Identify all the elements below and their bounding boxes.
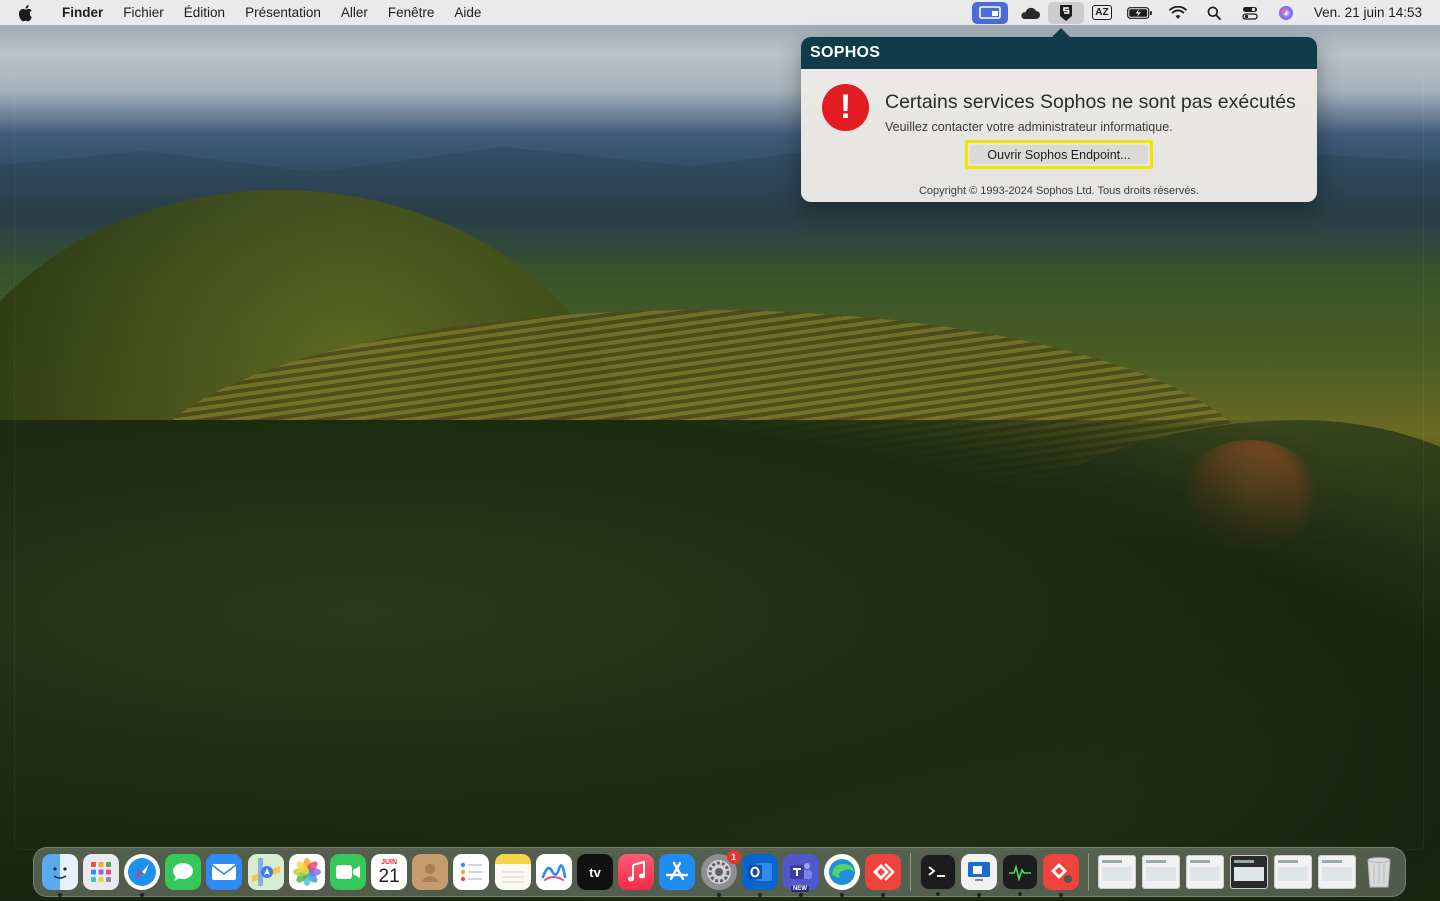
- menu-bar-status-area: AZ Ven. 21 juin 14:53: [968, 0, 1440, 25]
- notes-icon[interactable]: [494, 854, 531, 890]
- anydesk-admin-icon[interactable]: [1043, 854, 1080, 897]
- running-indicator: [935, 892, 940, 896]
- search-icon[interactable]: [1196, 0, 1232, 25]
- minimized-window-thumbnail[interactable]: [1317, 855, 1356, 889]
- calendar-icon[interactable]: JUIN 21: [371, 854, 408, 890]
- minimized-window-thumbnail[interactable]: [1141, 855, 1180, 889]
- alert-subtitle: Veuillez contacter votre administrateur …: [885, 120, 1173, 134]
- running-indicator: [840, 893, 845, 897]
- menu-bar-clock[interactable]: Ven. 21 juin 14:53: [1304, 5, 1440, 20]
- notification-badge: 1: [726, 850, 741, 864]
- teams-icon[interactable]: NEW: [782, 854, 819, 897]
- error-exclamation-icon: !: [822, 84, 869, 131]
- system-settings-icon[interactable]: 1: [700, 850, 741, 897]
- terminal-icon[interactable]: [919, 854, 956, 896]
- finder-icon[interactable]: [41, 854, 78, 897]
- maps-icon[interactable]: [247, 854, 284, 890]
- running-indicator: [1059, 893, 1064, 897]
- running-indicator: [57, 893, 62, 897]
- menu-presentation[interactable]: Présentation: [235, 0, 331, 25]
- menu-aller[interactable]: Aller: [331, 0, 378, 25]
- trash-icon[interactable]: [1361, 854, 1397, 890]
- music-icon[interactable]: [618, 854, 655, 890]
- menu-fenetre[interactable]: Fenêtre: [378, 0, 445, 25]
- calendar-day: 21: [378, 865, 400, 887]
- menu-fichier[interactable]: Fichier: [113, 0, 174, 25]
- siri-icon[interactable]: [1268, 0, 1304, 25]
- keyboard-input-label: AZ: [1092, 5, 1112, 20]
- menu-bar: Finder Fichier Édition Présentation Alle…: [0, 0, 1440, 25]
- menu-edition[interactable]: Édition: [174, 0, 235, 25]
- screen-mirroring-icon[interactable]: [971, 1, 1008, 24]
- safari-icon[interactable]: [123, 854, 160, 897]
- remote-desktop-icon[interactable]: [960, 854, 997, 897]
- running-indicator: [716, 893, 721, 897]
- apple-tv-icon[interactable]: tv: [577, 854, 614, 890]
- messages-icon[interactable]: [165, 854, 202, 890]
- running-indicator: [881, 893, 886, 897]
- outlook-icon[interactable]: [741, 854, 778, 897]
- apple-icon[interactable]: [0, 4, 52, 22]
- edge-icon[interactable]: [824, 854, 861, 897]
- mail-icon[interactable]: [206, 854, 243, 890]
- activity-monitor-icon[interactable]: [1001, 854, 1038, 896]
- contacts-icon[interactable]: [412, 854, 449, 890]
- minimized-window-thumbnail[interactable]: [1273, 855, 1312, 889]
- wifi-icon[interactable]: [1160, 0, 1196, 25]
- sophos-popover: SOPHOS ! Certains services Sophos ne son…: [801, 28, 1317, 202]
- alert-title: Certains services Sophos ne sont pas exé…: [885, 91, 1296, 113]
- dock-separator: [1087, 853, 1089, 891]
- minimized-window-thumbnail[interactable]: [1229, 855, 1268, 889]
- running-indicator: [798, 893, 803, 897]
- button-highlight: Ouvrir Sophos Endpoint...: [965, 140, 1153, 169]
- control-center-icon[interactable]: [1232, 0, 1268, 25]
- sophos-icon[interactable]: [1047, 1, 1084, 24]
- keyboard-input-icon[interactable]: AZ: [1084, 0, 1120, 25]
- sophos-logo: SOPHOS: [810, 44, 881, 61]
- app-store-icon[interactable]: [659, 854, 696, 890]
- popover-caret: [1051, 28, 1071, 38]
- battery-icon[interactable]: [1120, 0, 1160, 25]
- anydesk-icon[interactable]: [865, 854, 902, 897]
- menu-aide[interactable]: Aide: [444, 0, 491, 25]
- dock-separator: [909, 853, 911, 891]
- dock: JUIN 21 tv 1 NEW: [33, 847, 1406, 897]
- popover-header: SOPHOS: [801, 37, 1317, 69]
- minimized-window-thumbnail[interactable]: [1097, 855, 1136, 889]
- copyright-text: Copyright © 1993-2024 Sophos Ltd. Tous d…: [918, 185, 1199, 197]
- cloud-icon[interactable]: [1012, 0, 1048, 25]
- open-sophos-endpoint-button[interactable]: Ouvrir Sophos Endpoint...: [970, 145, 1148, 164]
- running-indicator: [757, 893, 762, 897]
- new-tag: NEW: [790, 886, 809, 892]
- launchpad-icon[interactable]: [82, 854, 119, 890]
- running-indicator: [976, 893, 981, 897]
- freeform-icon[interactable]: [535, 854, 572, 890]
- reminders-icon[interactable]: [453, 854, 490, 890]
- menu-finder[interactable]: Finder: [52, 0, 113, 25]
- running-indicator: [139, 893, 144, 897]
- minimized-window-thumbnail[interactable]: [1185, 855, 1224, 889]
- photos-icon[interactable]: [288, 854, 325, 890]
- facetime-icon[interactable]: [329, 854, 366, 890]
- running-indicator: [1017, 892, 1022, 896]
- apple-tv-label: tv: [589, 864, 601, 880]
